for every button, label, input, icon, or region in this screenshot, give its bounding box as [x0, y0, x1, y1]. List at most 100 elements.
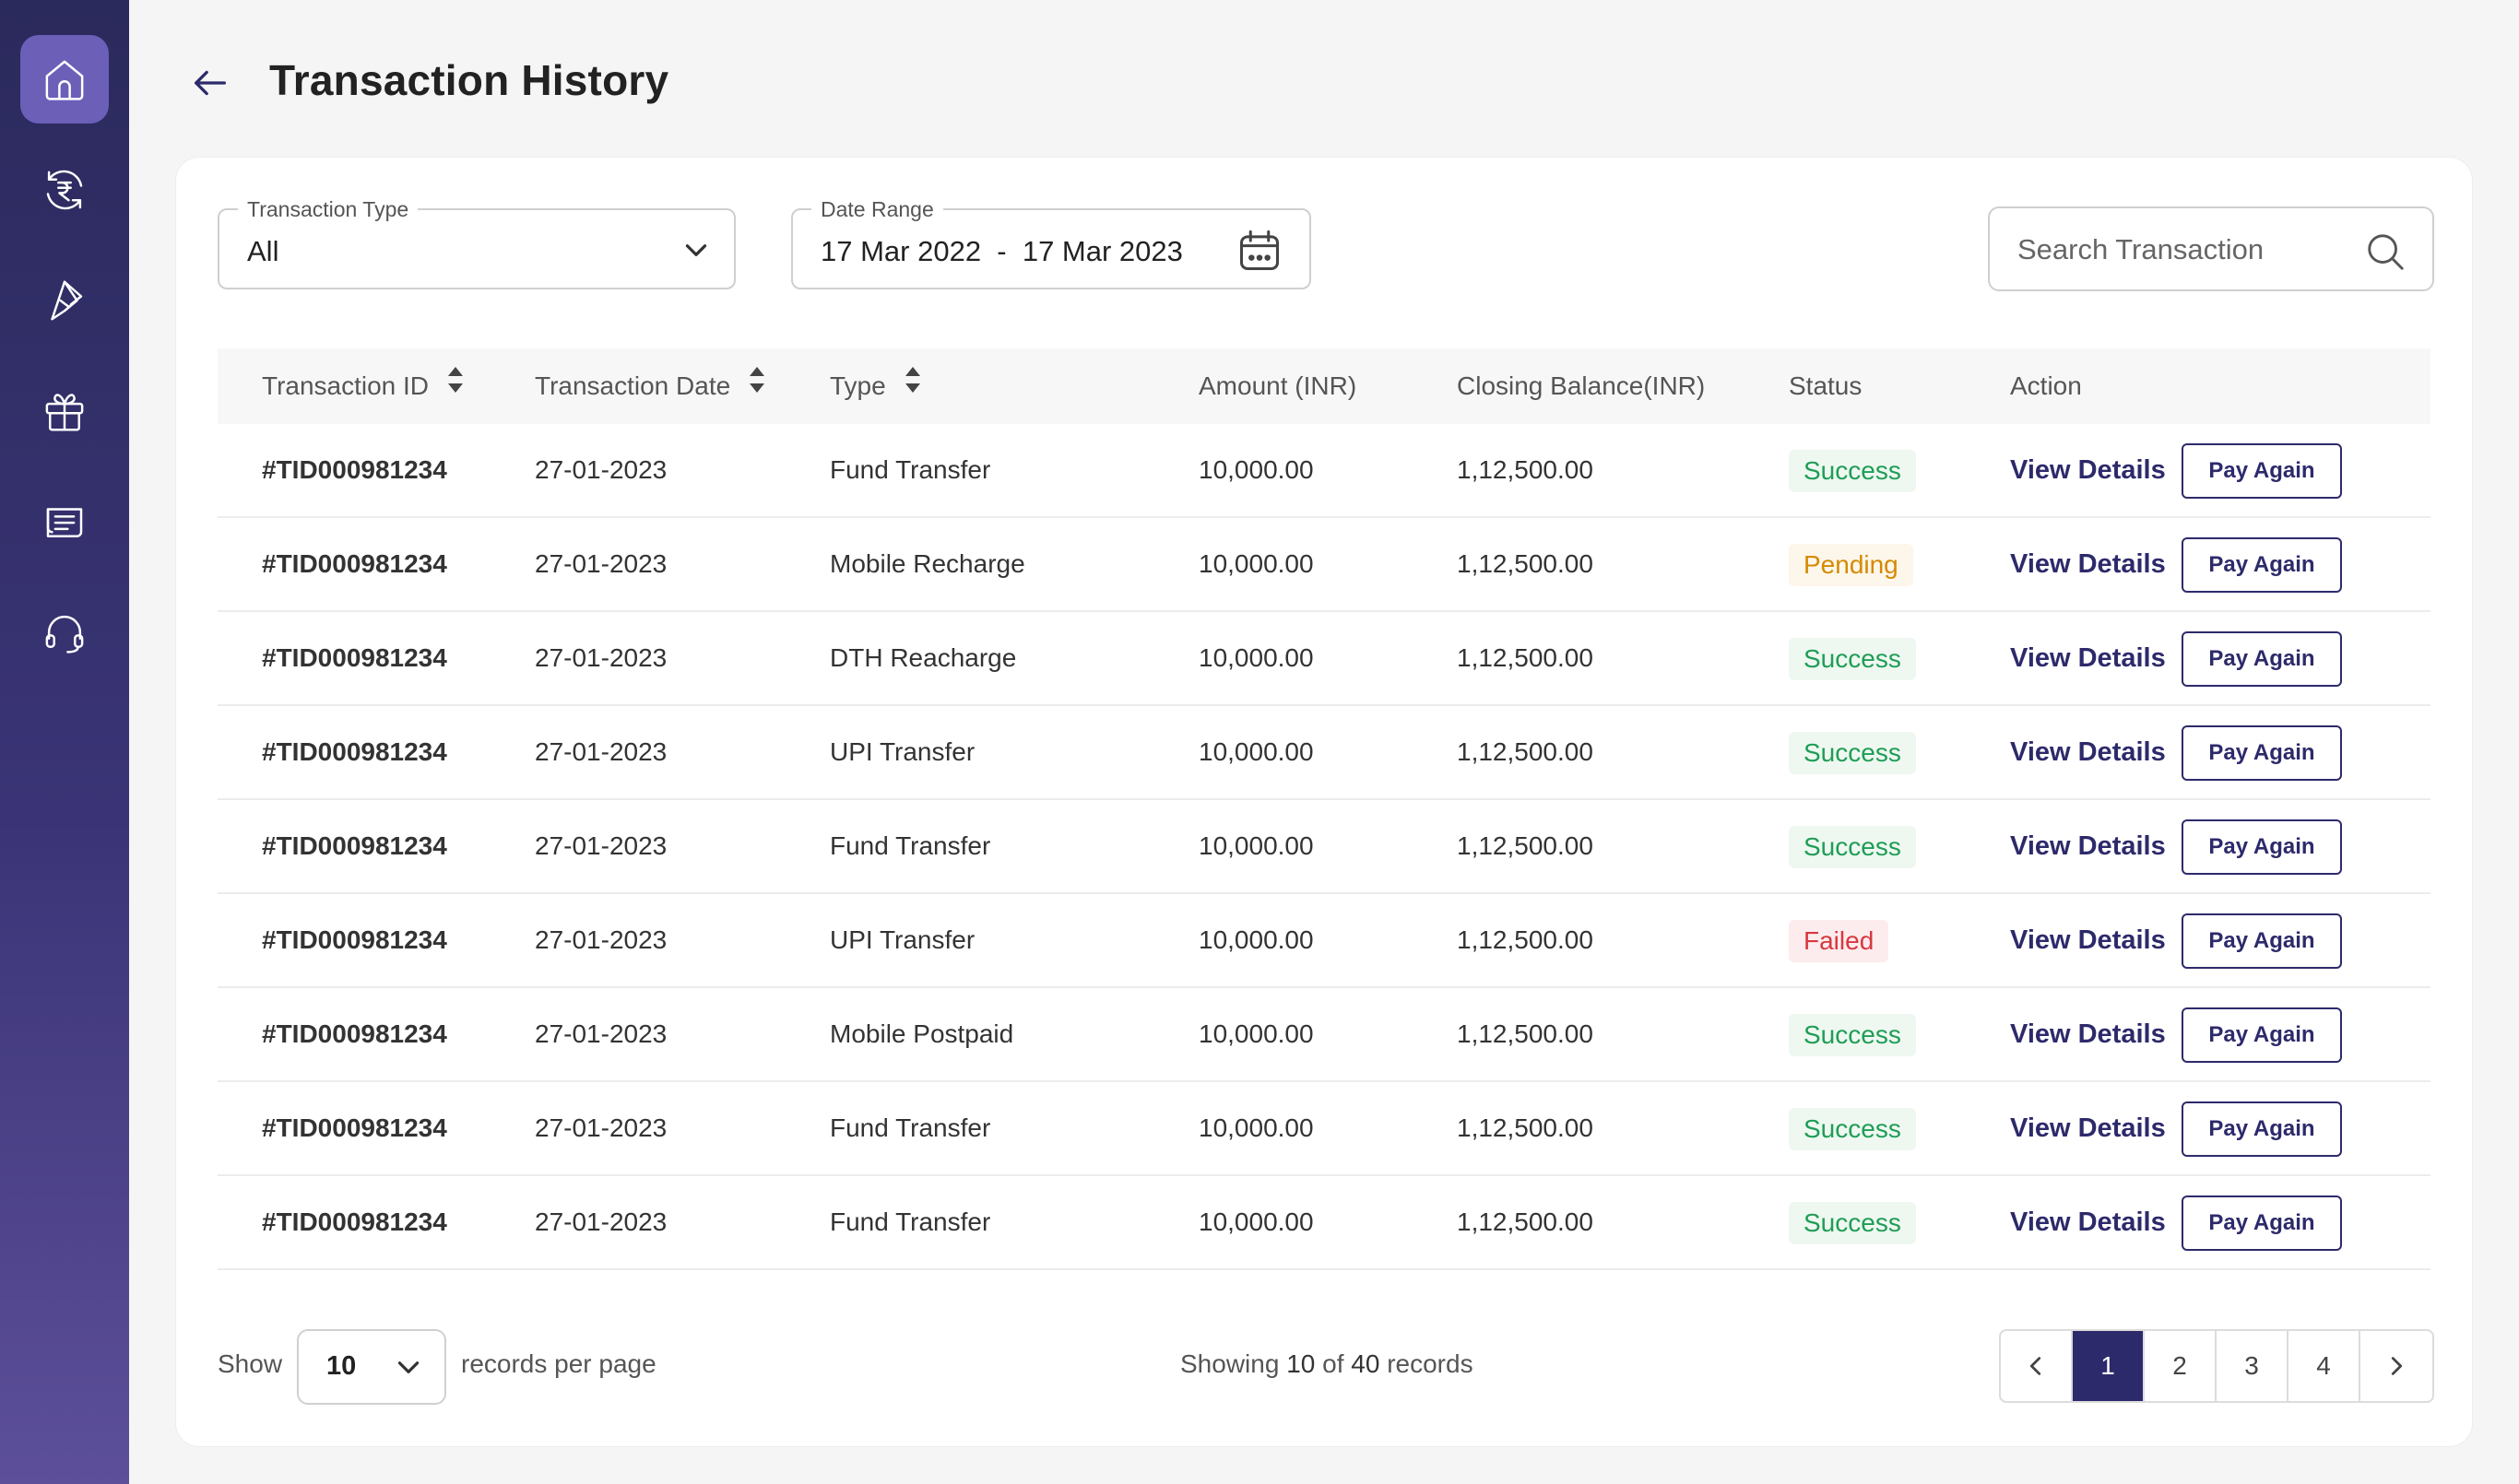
sort-icon[interactable]: [747, 348, 767, 424]
amount-cell: 10,000.00: [1199, 737, 1314, 766]
sort-icon[interactable]: [903, 348, 923, 424]
transaction-type-value: All: [247, 235, 279, 267]
closing-balance-cell: 1,12,500.00: [1457, 549, 1593, 578]
view-details-link[interactable]: View Details: [2010, 706, 2166, 798]
table-row: #TID000981234 27-01-2023 Mobile Postpaid 10…: [218, 988, 2430, 1082]
search-box: [1988, 206, 2434, 291]
previous-page-button[interactable]: [2001, 1331, 2073, 1401]
table-row: #TID000981234 27-01-2023 UPI Transfer 10,00…: [218, 706, 2430, 800]
table-row: #TID000981234 27-01-2023 Fund Transfer 10,0…: [218, 800, 2430, 894]
sidebar-item-payments[interactable]: [20, 146, 109, 234]
status-badge: Success: [1789, 1014, 1916, 1056]
transaction-id-cell: #TID000981234: [262, 1207, 447, 1236]
header-amount: Amount (INR): [1199, 371, 1357, 400]
page-button-3[interactable]: 3: [2217, 1331, 2288, 1401]
sidebar-item-support[interactable]: [20, 588, 109, 677]
status-badge: Pending: [1789, 544, 1913, 586]
status-badge: Success: [1789, 1202, 1916, 1244]
view-details-link[interactable]: View Details: [2010, 1176, 2166, 1268]
chevron-down-icon: [393, 1351, 424, 1387]
pay-again-button[interactable]: Pay Again: [2182, 631, 2342, 687]
pay-again-button[interactable]: Pay Again: [2182, 1101, 2342, 1157]
status-badge: Success: [1789, 732, 1916, 774]
closing-balance-cell: 1,12,500.00: [1457, 643, 1593, 672]
date-range-value: 17 Mar 2022 - 17 Mar 2023: [821, 235, 1183, 267]
transaction-type-cell: Fund Transfer: [830, 455, 991, 484]
status-badge: Success: [1789, 638, 1916, 680]
search-input[interactable]: [2017, 229, 2368, 271]
home-icon: [45, 60, 84, 100]
view-details-link[interactable]: View Details: [2010, 894, 2166, 986]
view-details-link[interactable]: View Details: [2010, 988, 2166, 1080]
transaction-type-cell: Mobile Recharge: [830, 549, 1025, 578]
table-row: #TID000981234 27-01-2023 Fund Transfer 10,0…: [218, 424, 2430, 518]
header-label: Transaction ID: [262, 371, 430, 400]
calendar-icon[interactable]: [1236, 227, 1283, 275]
sidebar-item-home[interactable]: [20, 35, 109, 124]
transaction-type-dropdown[interactable]: Transaction Type All: [218, 197, 736, 289]
sidebar-item-send[interactable]: [20, 256, 109, 345]
status-badge: Success: [1789, 1108, 1916, 1150]
header-closing-balance: Closing Balance(INR): [1457, 371, 1706, 400]
page-button-1[interactable]: 1: [2073, 1331, 2145, 1401]
showing-total: 40: [1351, 1349, 1380, 1378]
transaction-date-cell: 27-01-2023: [535, 1113, 668, 1142]
page-button-4[interactable]: 4: [2288, 1331, 2360, 1401]
header-status: Status: [1789, 371, 1863, 400]
pay-again-button[interactable]: Pay Again: [2182, 725, 2342, 781]
show-label: Show: [218, 1349, 283, 1378]
transaction-date-cell: 27-01-2023: [535, 455, 668, 484]
header-type[interactable]: Type: [830, 348, 923, 424]
page-title: Transaction History: [269, 56, 669, 104]
header-transaction-id[interactable]: Transaction ID: [262, 348, 466, 424]
showing-prefix: Showing: [1180, 1349, 1280, 1378]
pay-again-button[interactable]: Pay Again: [2182, 537, 2342, 593]
closing-balance-cell: 1,12,500.00: [1457, 1207, 1593, 1236]
view-details-link[interactable]: View Details: [2010, 518, 2166, 610]
arrow-left-icon: [194, 70, 227, 96]
transaction-id-cell: #TID000981234: [262, 643, 447, 672]
table-header: Transaction ID Transaction Date Type Amo…: [218, 348, 2430, 424]
sidebar-item-rewards[interactable]: [20, 367, 109, 455]
view-details-link[interactable]: View Details: [2010, 424, 2166, 516]
pay-again-button[interactable]: Pay Again: [2182, 443, 2342, 499]
transaction-id-cell: #TID000981234: [262, 737, 447, 766]
transaction-date-cell: 27-01-2023: [535, 643, 668, 672]
transaction-id-cell: #TID000981234: [262, 1019, 447, 1048]
amount-cell: 10,000.00: [1199, 643, 1314, 672]
records-per-page-select[interactable]: 10: [297, 1329, 446, 1405]
chevron-left-icon: [2029, 1357, 2041, 1375]
date-range-field[interactable]: Date Range 17 Mar 2022 - 17 Mar 2023: [791, 197, 1311, 289]
next-page-button[interactable]: [2360, 1331, 2432, 1401]
transaction-type-cell: Fund Transfer: [830, 831, 991, 860]
chevron-right-icon: [2391, 1357, 2403, 1375]
sidebar: [0, 0, 129, 1484]
page-button-2[interactable]: 2: [2145, 1331, 2217, 1401]
search-icon[interactable]: [2364, 230, 2407, 273]
pay-again-button[interactable]: Pay Again: [2182, 1195, 2342, 1251]
header-transaction-date[interactable]: Transaction Date: [535, 348, 767, 424]
table-row: #TID000981234 27-01-2023 Fund Transfer 10,0…: [218, 1082, 2430, 1176]
sort-icon[interactable]: [445, 348, 466, 424]
view-details-link[interactable]: View Details: [2010, 1082, 2166, 1174]
transaction-type-label: Transaction Type: [238, 197, 419, 222]
sidebar-item-bills[interactable]: [20, 477, 109, 566]
pagination: 1234: [1999, 1329, 2434, 1403]
transaction-date-cell: 27-01-2023: [535, 737, 668, 766]
pay-again-button[interactable]: Pay Again: [2182, 913, 2342, 969]
closing-balance-cell: 1,12,500.00: [1457, 1019, 1593, 1048]
transaction-date-cell: 27-01-2023: [535, 925, 668, 954]
closing-balance-cell: 1,12,500.00: [1457, 737, 1593, 766]
back-button[interactable]: [184, 57, 236, 109]
transaction-type-cell: Fund Transfer: [830, 1113, 991, 1142]
table-row: #TID000981234 27-01-2023 UPI Transfer 10,00…: [218, 894, 2430, 988]
closing-balance-cell: 1,12,500.00: [1457, 455, 1593, 484]
view-details-link[interactable]: View Details: [2010, 800, 2166, 892]
view-details-link[interactable]: View Details: [2010, 612, 2166, 704]
pay-again-button[interactable]: Pay Again: [2182, 819, 2342, 875]
amount-cell: 10,000.00: [1199, 925, 1314, 954]
transaction-id-cell: #TID000981234: [262, 549, 447, 578]
transaction-date-cell: 27-01-2023: [535, 831, 668, 860]
pay-again-button[interactable]: Pay Again: [2182, 1007, 2342, 1063]
header-action: Action: [2010, 371, 2082, 400]
